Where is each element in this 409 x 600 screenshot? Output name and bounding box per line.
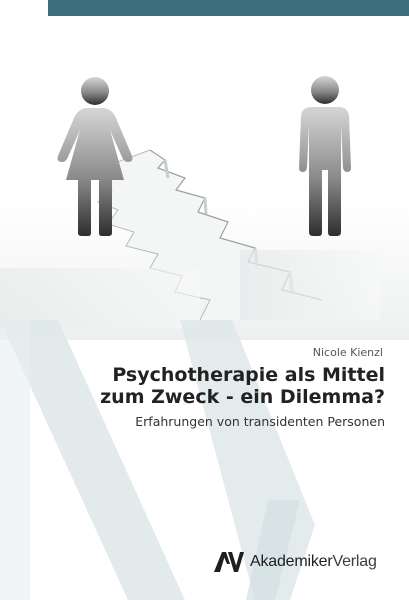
title-line-1: Psychotherapie als Mittel (112, 364, 385, 386)
title-line-2: zum Zweck - ein Dilemma? (100, 386, 385, 408)
av-logo-icon (214, 552, 244, 572)
cover-illustration (0, 76, 409, 340)
publisher-name-part1: Akademiker (250, 553, 333, 570)
publisher-name: AkademikerVerlag (250, 553, 377, 571)
book-title: Psychotherapie als Mittel zum Zweck - ei… (60, 364, 385, 408)
author-name: Nicole Kienzl (312, 346, 383, 359)
publisher-name-part2: Verlag (332, 553, 377, 570)
publisher-logo: AkademikerVerlag (212, 548, 377, 576)
book-subtitle: Erfahrungen von transidenten Personen (135, 414, 385, 429)
book-cover: Nicole Kienzl Psychotherapie als Mittel … (0, 0, 409, 600)
